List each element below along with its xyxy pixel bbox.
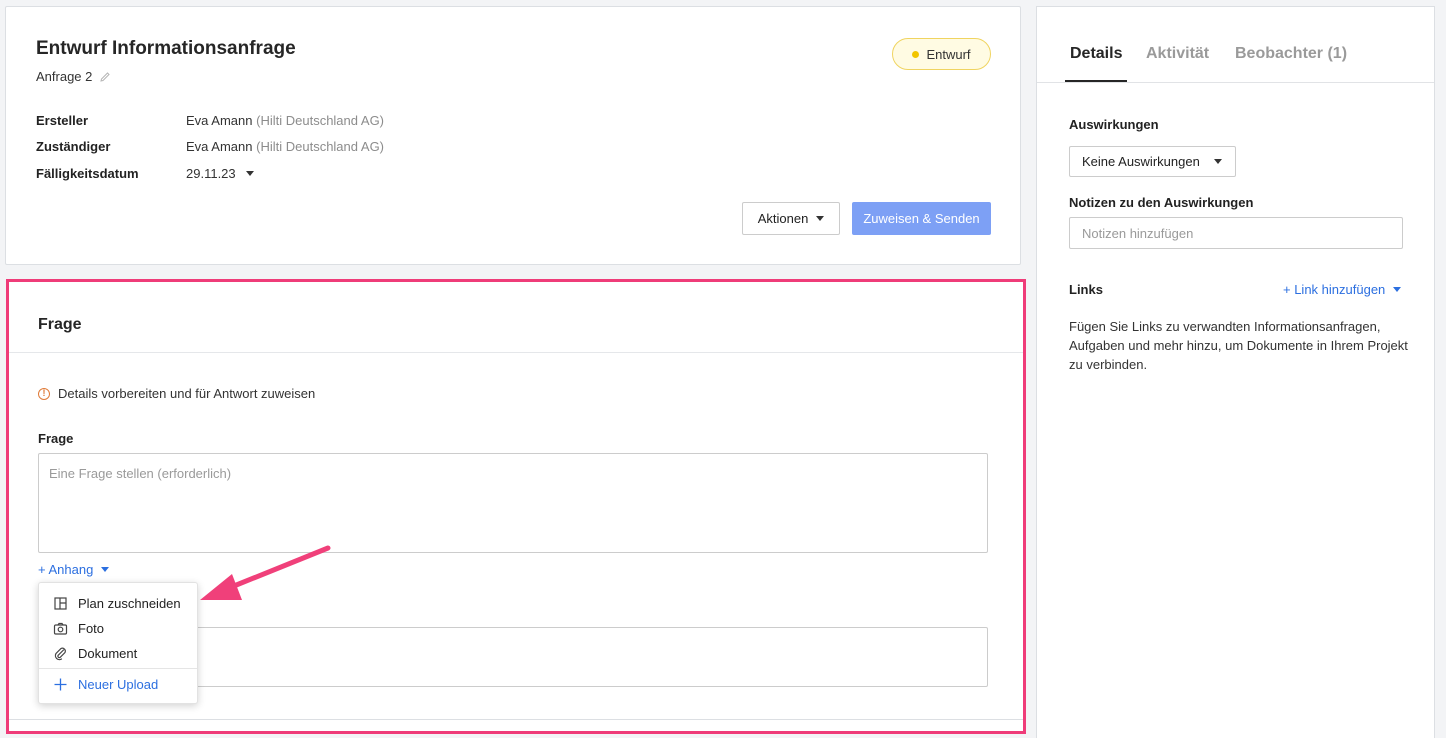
question-info-text: Details vorbereiten und für Antwort zuwe… <box>58 386 316 401</box>
chevron-down-icon <box>1393 287 1402 292</box>
impact-notes-input[interactable]: Notizen hinzufügen <box>1069 217 1403 249</box>
menu-item-label: Foto <box>78 621 105 636</box>
impact-select-value: Keine Auswirkungen <box>1082 154 1200 169</box>
request-number[interactable]: Anfrage 2 <box>36 69 111 84</box>
status-label: Entwurf <box>926 46 971 62</box>
impact-select[interactable]: Keine Auswirkungen <box>1069 146 1236 177</box>
divider <box>9 719 1023 720</box>
menu-item-label: Neuer Upload <box>78 677 159 692</box>
chevron-down-icon <box>1213 159 1222 164</box>
add-link-button[interactable]: + Link hinzufügen <box>1283 282 1402 297</box>
warning-icon: ! <box>38 387 50 400</box>
pencil-icon[interactable] <box>99 71 111 83</box>
camera-icon <box>53 622 68 635</box>
plus-icon <box>54 678 67 691</box>
assignee-value: Eva Amann (Hilti Deutschland AG) <box>186 139 384 154</box>
due-date-label: Fälligkeitsdatum <box>36 166 139 181</box>
attachment-button[interactable]: + Anhang <box>38 562 110 577</box>
impact-notes-placeholder: Notizen hinzufügen <box>1082 225 1194 241</box>
annotation-arrow-icon <box>200 545 331 600</box>
menu-item-document[interactable]: Dokument <box>39 641 197 666</box>
tab-watchers[interactable]: Beobachter (1) <box>1235 45 1347 63</box>
question-placeholder: Eine Frage stellen (erforderlich) <box>49 466 232 481</box>
details-panel: Details Aktivität Beobachter (1) Auswirk… <box>1036 6 1435 738</box>
impact-notes-label: Notizen zu den Auswirkungen <box>1069 195 1254 210</box>
divider <box>9 352 1023 353</box>
creator-value: Eva Amann (Hilti Deutschland AG) <box>186 113 384 128</box>
add-link-label: + Link hinzufügen <box>1283 282 1386 297</box>
assign-send-button[interactable]: Zuweisen & Senden <box>852 202 991 235</box>
creator-label: Ersteller <box>36 113 89 128</box>
due-date-value: 29.11.23 <box>186 166 236 181</box>
menu-item-new-upload[interactable]: Neuer Upload <box>39 672 197 697</box>
page-title: Entwurf Informationsanfrage <box>36 38 296 59</box>
assignee-org: (Hilti Deutschland AG) <box>256 139 385 154</box>
actions-button[interactable]: Aktionen <box>742 202 840 235</box>
due-date-picker[interactable]: 29.11.23 <box>186 166 254 181</box>
active-tab-indicator <box>1065 80 1127 82</box>
paperclip-icon <box>54 647 66 661</box>
menu-item-label: Dokument <box>78 646 138 661</box>
creator-org: (Hilti Deutschland AG) <box>256 113 385 128</box>
crop-plan-icon <box>54 597 67 610</box>
question-info: ! Details vorbereiten und für Antwort zu… <box>38 386 315 401</box>
assignee-label: Zuständiger <box>36 139 111 154</box>
impact-label: Auswirkungen <box>1069 117 1159 132</box>
chevron-down-icon <box>816 216 825 221</box>
attachment-button-label: + Anhang <box>38 562 94 577</box>
links-label: Links <box>1069 282 1103 297</box>
panel-tabs: Details Aktivität Beobachter (1) <box>1037 7 1434 83</box>
tab-details[interactable]: Details <box>1070 45 1122 63</box>
question-textarea[interactable]: Eine Frage stellen (erforderlich) <box>38 453 988 553</box>
menu-item-label: Plan zuschneiden <box>78 596 181 611</box>
status-dot-icon <box>912 50 920 58</box>
divider <box>39 668 197 669</box>
chevron-down-icon <box>245 171 254 176</box>
request-number-label: Anfrage 2 <box>36 69 93 84</box>
question-section-title: Frage <box>38 316 82 333</box>
creator-name: Eva Amann <box>186 113 253 128</box>
links-help-text: Fügen Sie Links zu verwandten Informatio… <box>1069 319 1408 372</box>
actions-button-label: Aktionen <box>757 211 809 226</box>
request-header-card: Entwurf Informationsanfrage Anfrage 2 En… <box>5 6 1021 265</box>
question-field-label: Frage <box>38 431 74 446</box>
assignee-name: Eva Amann <box>186 139 253 154</box>
chevron-down-icon <box>101 567 110 572</box>
status-badge: Entwurf <box>892 38 991 70</box>
tab-activity[interactable]: Aktivität <box>1146 45 1209 63</box>
